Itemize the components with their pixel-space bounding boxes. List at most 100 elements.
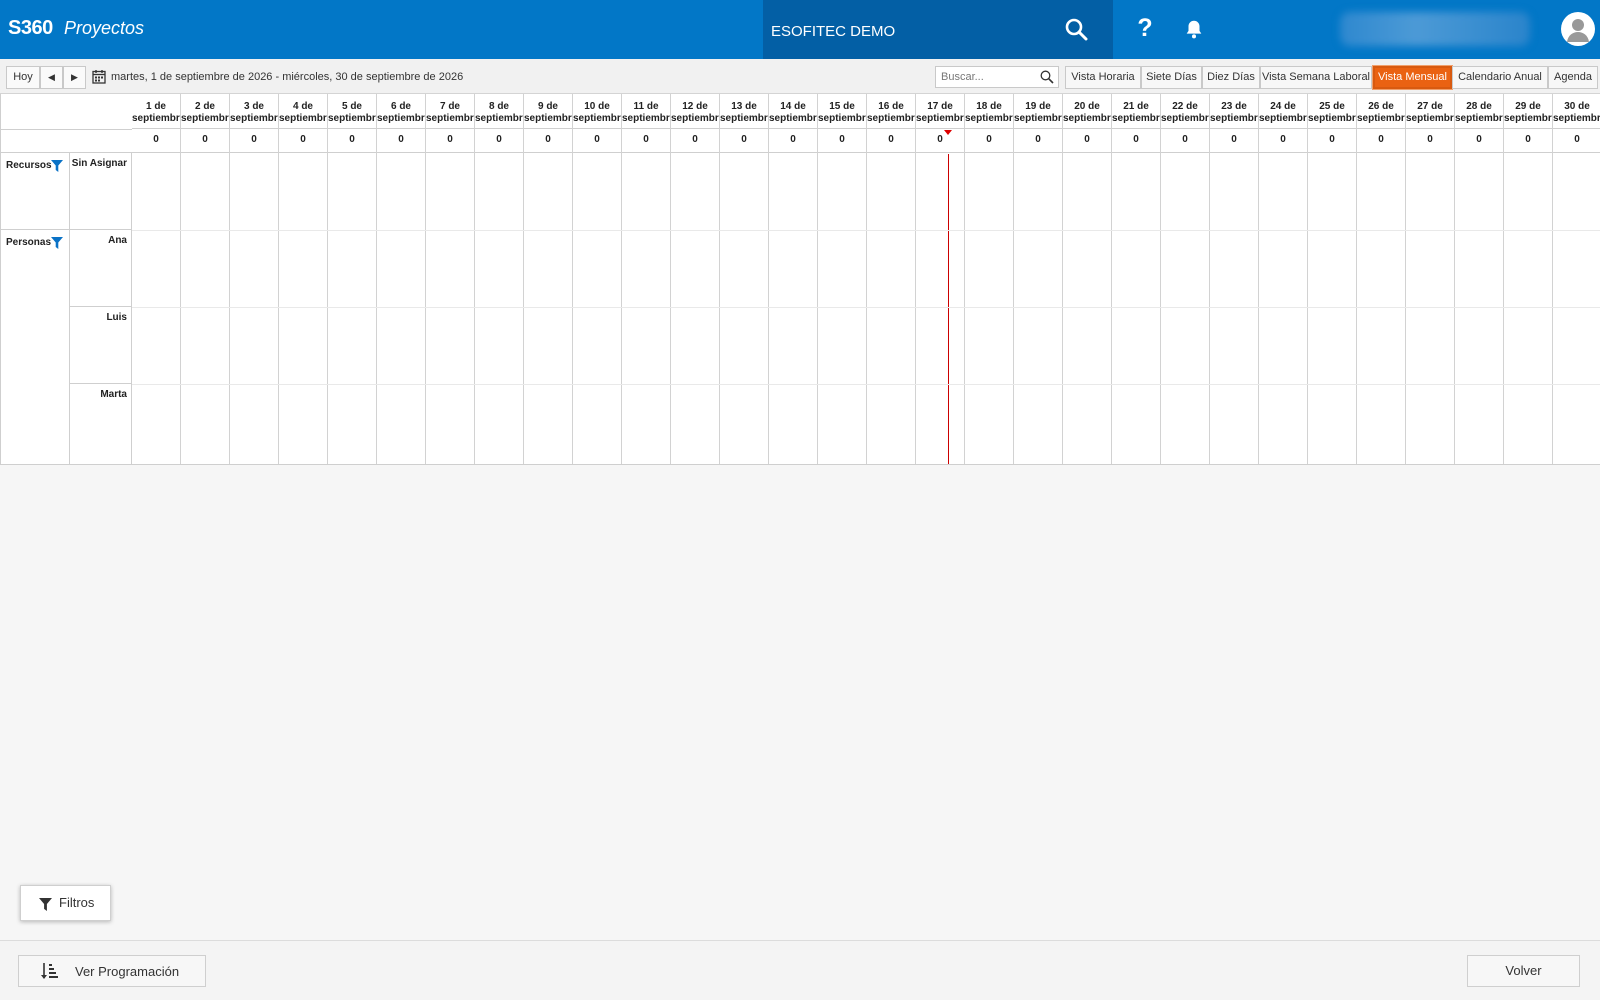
day-month-label: septiembre (720, 113, 768, 124)
day-column[interactable]: 22 deseptiembre0 (1161, 94, 1210, 464)
day-column[interactable]: 11 deseptiembre0 (622, 94, 671, 464)
day-column[interactable]: 9 deseptiembre0 (524, 94, 573, 464)
day-header[interactable]: 1 deseptiembre (132, 94, 180, 129)
day-header[interactable]: 6 deseptiembre (377, 94, 425, 129)
calendar-icon[interactable] (92, 69, 106, 84)
day-column[interactable]: 21 deseptiembre0 (1112, 94, 1161, 464)
day-column[interactable]: 2 deseptiembre0 (181, 94, 230, 464)
view-diez-días-button[interactable]: Diez Días (1202, 66, 1260, 89)
day-column[interactable]: 27 deseptiembre0 (1406, 94, 1455, 464)
day-column[interactable]: 1 deseptiembre0 (132, 94, 181, 464)
day-header[interactable]: 26 deseptiembre (1357, 94, 1405, 129)
day-column[interactable]: 4 deseptiembre0 (279, 94, 328, 464)
day-header[interactable]: 8 deseptiembre (475, 94, 523, 129)
group-column: Recursos Personas (1, 153, 70, 464)
day-header[interactable]: 29 deseptiembre (1504, 94, 1552, 129)
bell-icon[interactable] (1183, 18, 1207, 42)
day-header[interactable]: 18 deseptiembre (965, 94, 1013, 129)
user-icon[interactable] (1561, 12, 1595, 46)
view-vista-semana-laboral-button[interactable]: Vista Semana Laboral (1260, 66, 1372, 89)
day-column[interactable]: 28 deseptiembre0 (1455, 94, 1504, 464)
day-column[interactable]: 26 deseptiembre0 (1357, 94, 1406, 464)
day-number-label: 19 de (1025, 101, 1051, 112)
day-header[interactable]: 24 deseptiembre (1259, 94, 1307, 129)
view-calendario-anual-button[interactable]: Calendario Anual (1452, 66, 1548, 89)
today-button[interactable]: Hoy (6, 66, 40, 89)
day-header[interactable]: 2 deseptiembre (181, 94, 229, 129)
day-column[interactable]: 15 deseptiembre0 (818, 94, 867, 464)
filter-icon[interactable] (51, 237, 63, 249)
day-columns: 1 deseptiembre02 deseptiembre03 deseptie… (132, 94, 1600, 464)
day-column[interactable]: 10 deseptiembre0 (573, 94, 622, 464)
day-header[interactable]: 4 deseptiembre (279, 94, 327, 129)
app-logo[interactable]: S360 (8, 17, 53, 40)
filter-icon (39, 898, 52, 911)
day-header[interactable]: 27 deseptiembre (1406, 94, 1454, 129)
day-header[interactable]: 28 deseptiembre (1455, 94, 1503, 129)
row-divider (132, 384, 1600, 385)
day-column[interactable]: 14 deseptiembre0 (769, 94, 818, 464)
day-number-label: 3 de (243, 101, 264, 112)
day-header[interactable]: 14 deseptiembre (769, 94, 817, 129)
day-column[interactable]: 25 deseptiembre0 (1308, 94, 1357, 464)
prev-button[interactable]: ◀ (40, 66, 63, 89)
day-count: 0 (1406, 129, 1454, 153)
view-vista-horaria-button[interactable]: Vista Horaria (1065, 66, 1141, 89)
day-column[interactable]: 24 deseptiembre0 (1259, 94, 1308, 464)
filter-icon[interactable] (51, 160, 63, 172)
day-column[interactable]: 18 deseptiembre0 (965, 94, 1014, 464)
day-header[interactable]: 9 deseptiembre (524, 94, 572, 129)
day-column[interactable]: 17 deseptiembre0 (916, 94, 965, 464)
day-header[interactable]: 17 deseptiembre (916, 94, 964, 129)
day-month-label: septiembre (475, 113, 523, 124)
day-header[interactable]: 30 deseptiembre (1553, 94, 1600, 129)
day-count: 0 (475, 129, 523, 153)
day-header[interactable]: 7 deseptiembre (426, 94, 474, 129)
day-column[interactable]: 7 deseptiembre0 (426, 94, 475, 464)
day-column[interactable]: 16 deseptiembre0 (867, 94, 916, 464)
day-column[interactable]: 30 deseptiembre0 (1553, 94, 1600, 464)
day-month-label: septiembre (1112, 113, 1160, 124)
day-column[interactable]: 29 deseptiembre0 (1504, 94, 1553, 464)
day-count: 0 (1357, 129, 1405, 153)
day-number-label: 12 de (682, 101, 708, 112)
back-button[interactable]: Volver (1467, 955, 1580, 987)
day-column[interactable]: 12 deseptiembre0 (671, 94, 720, 464)
scheduler-toolbar: Hoy ◀ ▶ martes, 1 de septiembre de 2026 … (0, 59, 1600, 94)
day-header[interactable]: 25 deseptiembre (1308, 94, 1356, 129)
day-month-label: septiembre (1553, 113, 1600, 124)
day-column[interactable]: 20 deseptiembre0 (1063, 94, 1112, 464)
day-header[interactable]: 12 deseptiembre (671, 94, 719, 129)
day-header[interactable]: 20 deseptiembre (1063, 94, 1111, 129)
day-header[interactable]: 10 deseptiembre (573, 94, 621, 129)
day-header[interactable]: 22 deseptiembre (1161, 94, 1209, 129)
day-header[interactable]: 5 deseptiembre (328, 94, 376, 129)
day-column[interactable]: 23 deseptiembre0 (1210, 94, 1259, 464)
view-agenda-button[interactable]: Agenda (1548, 66, 1598, 89)
help-icon[interactable]: ? (1134, 14, 1156, 43)
search-icon[interactable] (1040, 70, 1054, 84)
day-header[interactable]: 3 deseptiembre (230, 94, 278, 129)
company-selector[interactable]: ESOFITEC DEMO (763, 0, 1113, 59)
day-header[interactable]: 15 deseptiembre (818, 94, 866, 129)
day-column[interactable]: 5 deseptiembre0 (328, 94, 377, 464)
day-header[interactable]: 21 deseptiembre (1112, 94, 1160, 129)
day-column[interactable]: 6 deseptiembre0 (377, 94, 426, 464)
day-column[interactable]: 8 deseptiembre0 (475, 94, 524, 464)
resource-ana: Ana (70, 230, 132, 307)
day-header[interactable]: 13 deseptiembre (720, 94, 768, 129)
view-vista-mensual-button[interactable]: Vista Mensual (1373, 66, 1452, 89)
filters-button[interactable]: Filtros (20, 885, 111, 921)
day-header[interactable]: 11 deseptiembre (622, 94, 670, 129)
day-header[interactable]: 16 deseptiembre (867, 94, 915, 129)
search-icon[interactable] (1064, 17, 1090, 43)
view-schedule-button[interactable]: Ver Programación (18, 955, 206, 987)
day-column[interactable]: 19 deseptiembre0 (1014, 94, 1063, 464)
view-siete-días-button[interactable]: Siete Días (1141, 66, 1202, 89)
day-header[interactable]: 23 deseptiembre (1210, 94, 1258, 129)
day-column[interactable]: 13 deseptiembre0 (720, 94, 769, 464)
day-header[interactable]: 19 deseptiembre (1014, 94, 1062, 129)
day-column[interactable]: 3 deseptiembre0 (230, 94, 279, 464)
next-button[interactable]: ▶ (63, 66, 86, 89)
day-month-label: septiembre (426, 113, 474, 124)
